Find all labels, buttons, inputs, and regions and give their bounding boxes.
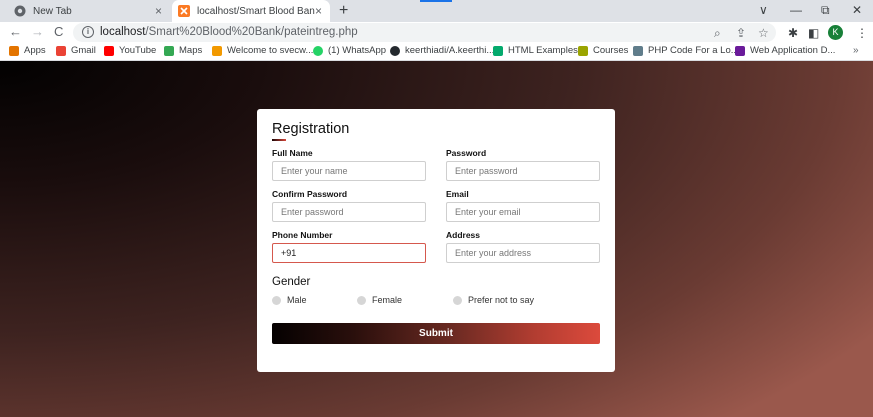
bookmark-svecw[interactable]: Welcome to svecw.... [212,45,316,56]
bookmark-label: Maps [179,45,203,56]
bookmark-label: (1) WhatsApp [328,45,387,56]
page-background: Registration Full Name Password Confirm … [0,61,873,417]
bookmark-label: Apps [24,45,46,56]
github-icon [390,45,400,56]
registration-card: Registration Full Name Password Confirm … [257,109,615,372]
tab-strip: New Tab × localhost/Smart Blood Bank/pat… [0,0,873,22]
address-bar[interactable]: i localhost/Smart%20Blood%20Bank/pateint… [73,23,776,42]
radio-button[interactable] [272,295,281,305]
whatsapp-icon [313,45,323,56]
close-tab-icon[interactable]: × [315,4,322,18]
phone-input[interactable] [272,243,426,263]
bookmark-gmail[interactable]: Gmail [56,45,96,56]
bookmark-label: Courses [593,45,629,56]
bookmark-web-app[interactable]: Web Application D... [735,45,835,56]
share-icon[interactable]: ⇪ [736,26,746,40]
tab-title: localhost/Smart Blood Bank/pateintreg.ph… [197,5,315,17]
tab-active[interactable]: localhost/Smart Blood Bank/pateintreg.ph… [172,0,330,22]
full-name-input[interactable] [272,161,426,181]
bookmark-label: Welcome to svecw.... [227,45,317,56]
confirm-password-input[interactable] [272,202,426,222]
minimize-button[interactable]: — [790,3,802,17]
confirm-password-label: Confirm Password [272,189,348,199]
svecw-icon [212,45,222,56]
bookmark-label: Web Application D... [750,45,836,56]
side-panel-icon[interactable]: ◧ [808,26,819,40]
email-input[interactable] [446,202,600,222]
bookmark-label: Gmail [71,45,96,56]
bookmark-html-examples[interactable]: HTML Examples [493,45,578,56]
gmail-icon [56,45,66,56]
bookmark-youtube[interactable]: YouTube [104,45,156,56]
gender-option-label: Male [287,295,307,305]
bookmark-apps[interactable]: Apps [9,45,46,56]
maps-icon [164,45,174,56]
bookmark-github[interactable]: keerthiadi/A.keerthi... [390,45,494,56]
gender-option-female[interactable]: Female [357,295,402,305]
tab-search-icon[interactable]: ∨ [759,3,768,17]
title-underline [272,139,286,141]
url-text: localhost/Smart%20Blood%20Bank/pateintre… [100,26,358,38]
tab-accent-bar [420,0,452,2]
bookmark-label: HTML Examples [508,45,578,56]
password-input[interactable] [446,161,600,181]
browser-toolbar: ← → C i localhost/Smart%20Blood%20Bank/p… [0,22,873,43]
reload-button[interactable]: C [54,25,63,39]
bookmark-courses[interactable]: Courses [578,45,628,56]
back-button[interactable]: ← [9,25,22,39]
gender-option-male[interactable]: Male [272,295,307,305]
bookmark-star-icon[interactable]: ☆ [758,26,769,40]
tab-title: New Tab [33,5,72,17]
zoom-icon[interactable]: ⌕ [714,26,721,41]
bookmark-label: YouTube [119,45,157,56]
bookmark-label: keerthiadi/A.keerthi... [405,45,495,56]
gender-option-label: Prefer not to say [468,295,535,305]
bookmark-php-code[interactable]: PHP Code For a Lo... [633,45,739,56]
youtube-icon [104,45,114,56]
profile-avatar[interactable]: K [828,25,843,40]
close-tab-icon[interactable]: × [155,4,162,18]
submit-button[interactable]: Submit [272,323,600,344]
bookmark-whatsapp[interactable]: (1) WhatsApp [313,45,386,56]
bookmark-maps[interactable]: Maps [164,45,202,56]
courses-icon [578,45,588,56]
form-title: Registration [272,121,350,137]
web-app-icon [735,45,745,56]
radio-button[interactable] [357,295,366,305]
info-icon[interactable]: i [82,26,94,38]
chrome-icon [14,5,26,17]
extensions-icon[interactable]: ✱ [788,26,798,40]
bookmark-label: PHP Code For a Lo... [648,45,739,56]
gender-title: Gender [272,276,311,288]
xampp-icon [178,5,190,17]
bookmarks-bar: Apps Gmail YouTube Maps Welcome to svecw… [0,43,873,61]
address-input[interactable] [446,243,600,263]
menu-icon[interactable]: ⋮ [856,26,868,40]
address-label: Address [446,230,481,240]
tab-new-tab[interactable]: New Tab × [0,0,170,22]
gender-option-label: Female [372,295,403,305]
apps-grid-icon [9,45,19,56]
close-window-button[interactable]: ✕ [852,3,862,17]
password-label: Password [446,148,487,158]
full-name-label: Full Name [272,148,313,158]
w3schools-icon [493,45,503,56]
email-label: Email [446,189,469,199]
php-code-icon [633,45,643,56]
gender-option-prefer-not[interactable]: Prefer not to say [453,295,534,305]
new-tab-button[interactable]: + [339,2,348,20]
restore-button[interactable]: ⧉ [821,3,830,18]
phone-label: Phone Number [272,230,333,240]
radio-button[interactable] [453,295,462,305]
bookmarks-overflow-icon[interactable]: » [853,45,859,56]
forward-button[interactable]: → [31,25,44,39]
